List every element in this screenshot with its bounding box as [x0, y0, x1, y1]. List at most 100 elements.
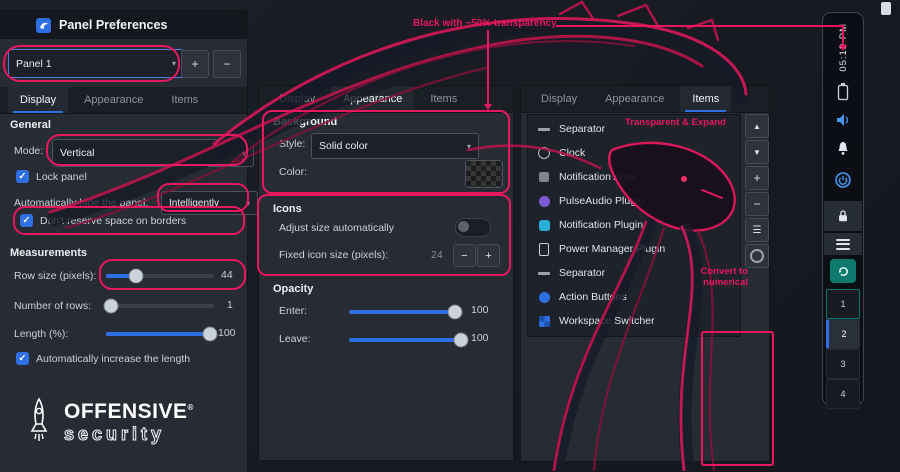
- remove-panel-button[interactable]: −: [213, 50, 241, 78]
- num-rows-slider[interactable]: [106, 304, 214, 308]
- tab-items[interactable]: Items: [159, 87, 210, 113]
- row-size-label: Row size (pixels):: [14, 270, 96, 282]
- move-item-down-button[interactable]: ▼: [745, 140, 769, 164]
- list-item[interactable]: Power Manager Plugin: [528, 237, 740, 261]
- num-rows-value: 1: [227, 299, 233, 311]
- list-item[interactable]: PulseAudio Plugin: [528, 189, 740, 213]
- annotation-top-note: Black with ~50% transparency: [413, 18, 557, 29]
- kali-app-icon: [36, 18, 51, 33]
- autohide-select[interactable]: Intelligently: [161, 191, 258, 215]
- action-buttons-icon: [538, 291, 550, 303]
- row-size-slider[interactable]: [106, 274, 214, 278]
- icons-heading: Icons: [273, 203, 302, 215]
- tab-items[interactable]: Items: [680, 86, 731, 112]
- tab-appearance[interactable]: Appearance: [72, 87, 155, 113]
- power-manager-icon: [538, 243, 550, 255]
- edit-item-button[interactable]: ☰: [745, 218, 769, 242]
- panel-select[interactable]: Panel 1: [8, 49, 184, 78]
- desktop: Panel Preferences Panel 1 + − Display Ap…: [0, 0, 900, 471]
- tab-display[interactable]: Display: [529, 86, 589, 112]
- list-item[interactable]: Clock: [528, 141, 740, 165]
- list-item[interactable]: Notification Area: [528, 165, 740, 189]
- style-select-value: Solid color: [319, 140, 368, 152]
- offensive-security-logo: OFFENSIVE® security: [24, 397, 194, 447]
- fixed-size-label: Fixed icon size (pixels):: [279, 249, 388, 261]
- mode-label: Mode:: [14, 145, 43, 157]
- color-swatch-button[interactable]: [465, 160, 503, 188]
- length-value: 100: [218, 327, 236, 339]
- workspace-1[interactable]: 1: [826, 289, 860, 319]
- workspace-2[interactable]: 2: [826, 319, 860, 349]
- refresh-button[interactable]: [830, 259, 856, 283]
- slider-knob[interactable]: [129, 269, 144, 284]
- titlebar: Panel Preferences: [0, 11, 247, 39]
- battery-icon[interactable]: [823, 83, 863, 101]
- add-panel-button[interactable]: +: [181, 50, 209, 78]
- chevron-down-icon: [467, 142, 471, 151]
- panel-select-value: Panel 1: [16, 58, 52, 70]
- volume-icon[interactable]: [823, 113, 863, 127]
- panel-clock[interactable]: 05:12 PM: [823, 23, 863, 72]
- lock-icon: [836, 209, 850, 223]
- tab-appearance[interactable]: Appearance: [593, 86, 676, 112]
- fixed-size-decrement-button[interactable]: −: [453, 244, 476, 267]
- move-item-up-button[interactable]: ▲: [745, 114, 769, 138]
- adjust-size-label: Adjust size automatically: [279, 222, 394, 234]
- appearance-panel: Display Appearance Items Background Styl…: [258, 85, 514, 461]
- window-title: Panel Preferences: [59, 18, 167, 32]
- tab-display[interactable]: Display: [8, 87, 68, 113]
- leave-opacity-slider[interactable]: [349, 338, 461, 342]
- slider-knob[interactable]: [448, 305, 463, 320]
- leave-label: Leave:: [279, 333, 311, 345]
- menu-button[interactable]: [824, 233, 862, 255]
- length-label: Length (%):: [14, 328, 68, 340]
- about-item-button[interactable]: [745, 244, 769, 268]
- slider-knob[interactable]: [203, 327, 218, 342]
- workspace-3[interactable]: 3: [826, 349, 860, 379]
- slider-knob[interactable]: [454, 333, 469, 348]
- autohide-label: Automatically hide the panel:: [14, 197, 148, 209]
- chevron-down-icon: [172, 59, 176, 68]
- style-label: Style:: [279, 138, 305, 150]
- notification-bell-icon[interactable]: [823, 141, 863, 156]
- list-item[interactable]: Workspace Switcher: [528, 309, 740, 333]
- general-heading: General: [10, 119, 51, 131]
- workspace-4[interactable]: 4: [826, 379, 860, 409]
- logo-line2: security: [64, 425, 194, 443]
- fixed-size-value: 24: [431, 249, 443, 261]
- lock-panel-checkbox[interactable]: [16, 170, 29, 183]
- kali-vertical-panel: 05:12 PM 1 2 3 4: [822, 12, 864, 406]
- list-item[interactable]: Separator: [528, 117, 740, 141]
- left-tabbar: Display Appearance Items: [0, 87, 247, 114]
- autohide-select-value: Intelligently: [169, 198, 219, 209]
- middle-tabbar: Display Appearance Items: [259, 86, 513, 113]
- row-size-value: 44: [221, 269, 233, 281]
- right-tabbar: Display Appearance Items: [521, 86, 769, 113]
- circle-icon: [750, 249, 764, 263]
- list-item[interactable]: Notification Plugin: [528, 213, 740, 237]
- length-slider[interactable]: [106, 332, 214, 336]
- items-panel: Display Appearance Items Separator Clock…: [520, 85, 770, 462]
- fixed-size-increment-button[interactable]: +: [477, 244, 500, 267]
- slider-knob[interactable]: [104, 299, 119, 314]
- add-item-button[interactable]: +: [745, 166, 769, 190]
- adjust-size-toggle[interactable]: [455, 218, 491, 237]
- lock-panel-label: Lock panel: [36, 171, 87, 183]
- notification-area-icon: [538, 171, 550, 183]
- pulseaudio-icon: [538, 195, 550, 207]
- style-select[interactable]: Solid color: [311, 133, 479, 159]
- remove-item-button[interactable]: −: [745, 192, 769, 216]
- dont-reserve-checkbox[interactable]: [20, 214, 33, 227]
- auto-increase-checkbox[interactable]: [16, 352, 29, 365]
- power-manager-icon[interactable]: [823, 171, 863, 189]
- enter-opacity-slider[interactable]: [349, 310, 461, 314]
- list-item[interactable]: Action Buttons: [528, 285, 740, 309]
- list-item[interactable]: Separator: [528, 261, 740, 285]
- tab-display[interactable]: Display: [267, 86, 327, 112]
- tab-appearance[interactable]: Appearance: [331, 86, 414, 112]
- tab-items[interactable]: Items: [418, 86, 469, 112]
- mode-select[interactable]: Vertical: [52, 139, 254, 167]
- color-label: Color:: [279, 166, 307, 178]
- lock-screen-button[interactable]: [824, 201, 862, 231]
- measurements-heading: Measurements: [10, 247, 87, 259]
